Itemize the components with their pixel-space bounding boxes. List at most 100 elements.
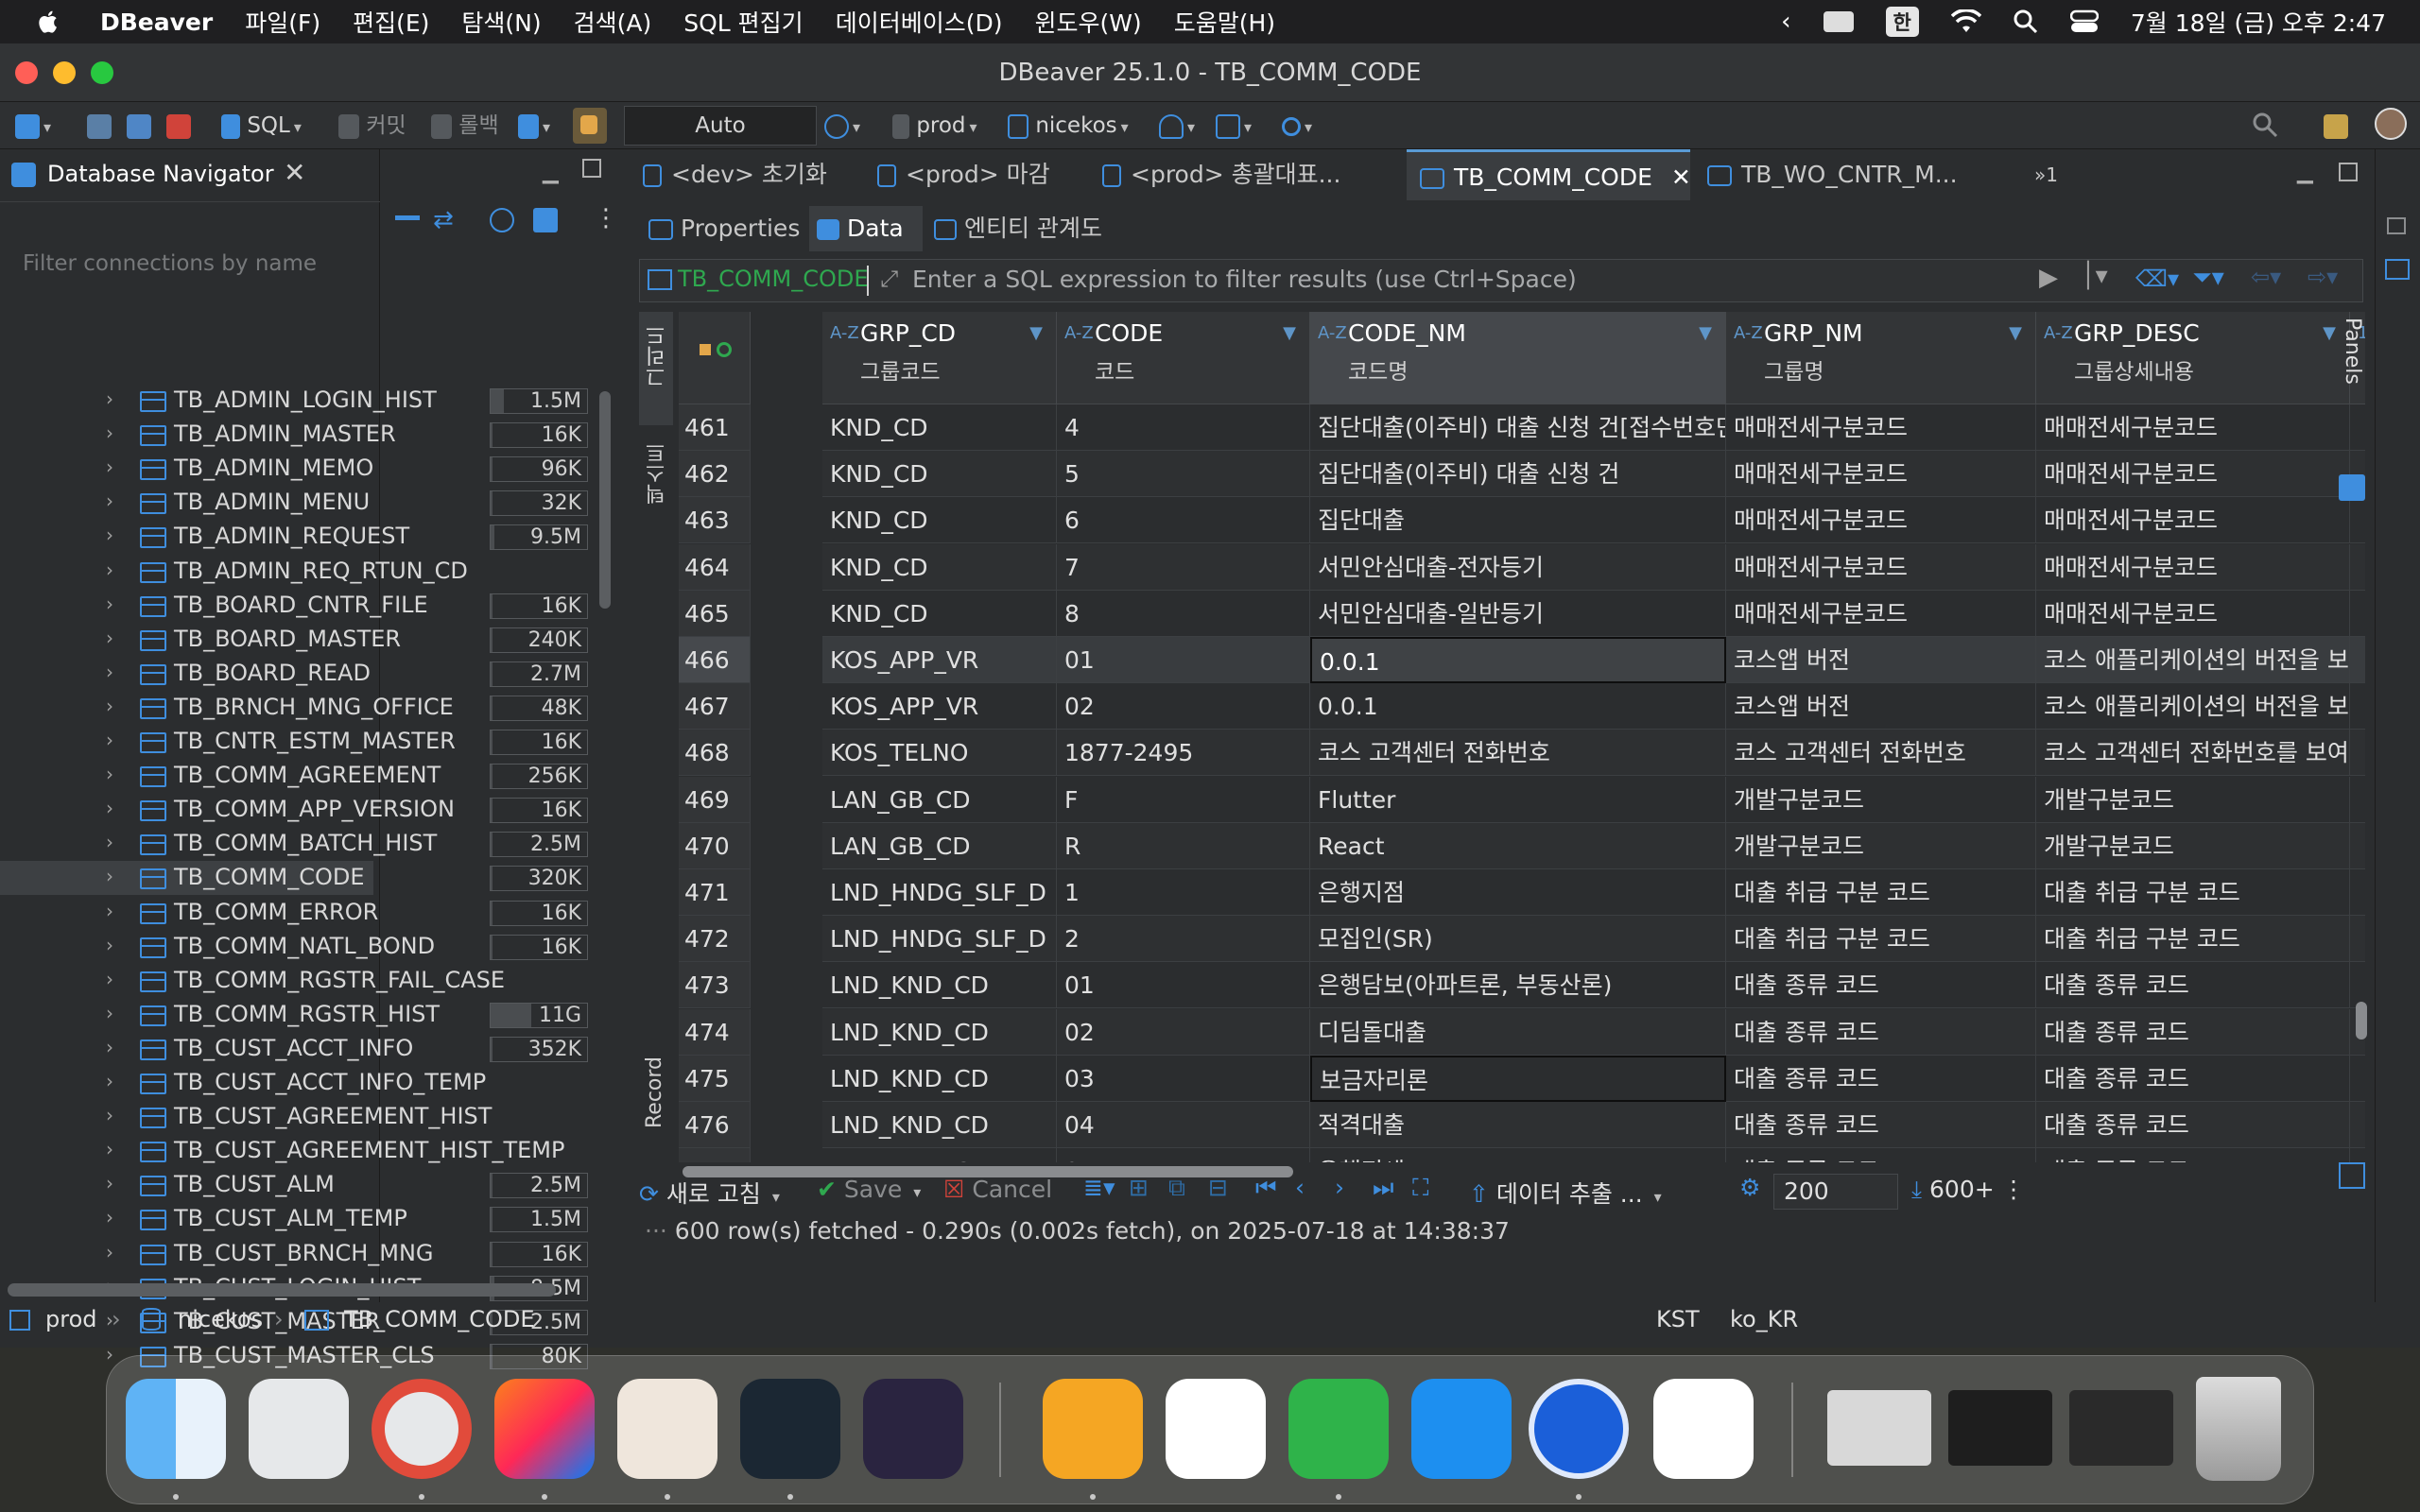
tab-data[interactable]: Data [809,206,923,251]
navigator-table-item[interactable]: › TB_COMM_ERROR 16K [0,896,588,930]
navigator-table-item[interactable]: › TB_COMM_RGSTR_FAIL_CASE [0,964,505,998]
navigator-table-item[interactable]: › TB_CUST_AGREEMENT_HIST_TEMP [0,1134,564,1168]
cell-grp-cd[interactable]: LND_KND_CD [822,1102,1057,1148]
keyboard-icon[interactable] [1823,11,1854,32]
table-row[interactable]: 474 LND_KND_CD 02 디딤돌대출 대출 종류 코드 대출 종류 코드 [679,1008,2365,1056]
menu-edit[interactable]: 편집(E) [353,5,429,39]
row-number[interactable]: 477 [679,1148,751,1162]
cell-code[interactable]: 05 [1057,1148,1310,1162]
expand-chevron-icon[interactable]: › [106,1036,113,1058]
menu-window[interactable]: 윈도우(W) [1034,5,1141,39]
expand-chevron-icon[interactable]: › [106,1002,113,1024]
cell-code-nm[interactable]: 보금자리론 [1310,1055,1726,1102]
expand-chevron-icon[interactable]: › [106,831,113,853]
dock-intellij-icon[interactable] [494,1379,595,1479]
row-number[interactable]: 469 [679,776,751,823]
row-number[interactable]: 464 [679,543,751,591]
table-row[interactable]: 461 KND_CD 4 집단대출(이주비) 대출 신청 건[접수번호만] 매매전세구분… [679,404,2365,451]
row-number[interactable]: 461 [679,404,751,451]
cell-code-nm[interactable]: 집단대출 [1310,497,1726,544]
cell-grp-cd[interactable]: LND_KND_CD [822,1055,1057,1102]
cell-code[interactable]: R [1057,822,1310,869]
expand-filter-icon[interactable]: ⤢ [880,266,898,292]
cell-code[interactable]: 02 [1057,683,1310,730]
control-center-icon[interactable] [2069,9,2099,34]
cell-code[interactable]: 04 [1057,1102,1310,1148]
rollback-button[interactable]: 롤백 [431,112,499,140]
more-tabs-button[interactable]: »1 [2034,149,2058,200]
row-number[interactable]: 476 [679,1102,751,1148]
table-row[interactable]: 468 KOS_TELNO 1877-2495 코스 고객센터 전화번호 코스 고객센터… [679,730,2365,777]
table-row[interactable]: 472 LND_HNDG_SLF_D 2 모집인(SR) 대출 취급 구분 코드 대출 취… [679,916,2365,963]
history-button[interactable]: ▾ [824,112,860,140]
cell-grp-cd[interactable]: KND_CD [822,497,1057,544]
expand-chevron-icon[interactable]: › [106,421,113,444]
row-number[interactable]: 463 [679,497,751,544]
cell-grp-desc[interactable]: 매매전세구분코드 [2036,451,2350,498]
panels-layout-icon[interactable] [2339,1162,2365,1189]
navigator-table-item[interactable]: › TB_CUST_AGREEMENT_HIST [0,1100,492,1134]
navigator-table-item[interactable]: › TB_BOARD_CNTR_FILE 16K [0,589,588,623]
navigator-table-item[interactable]: › TB_COMM_NATL_BOND 16K [0,930,588,964]
row-number[interactable]: 462 [679,451,751,498]
menu-search[interactable]: 검색(A) [574,5,652,39]
cancel-button[interactable]: ☒ Cancel [943,1176,1052,1203]
disconnect-button[interactable] [166,112,191,140]
cell-grp-cd[interactable]: LAN_GB_CD [822,822,1057,869]
table-row[interactable]: 469 LAN_GB_CD F Flutter 개발구분코드 개발구분코드 [679,776,2365,823]
editor-tab-tb-comm-code[interactable]: TB_COMM_CODE ✕ [1407,149,1691,200]
navigator-table-item[interactable]: › TB_ADMIN_MASTER 16K [0,418,588,452]
grid-view-tab[interactable]: 그리드 [639,312,673,425]
dock-chrome-icon[interactable] [372,1379,472,1479]
dock-finder-icon[interactable] [126,1379,226,1479]
cell-code-nm[interactable]: 0.0.1 [1310,637,1726,683]
editor-tab-prod-general[interactable]: <prod> 총괄대표... [1102,149,1386,200]
dock-naver-icon[interactable] [1653,1379,1754,1479]
cell-code-nm[interactable]: 집단대출(이주비) 대출 신청 건 [1310,451,1726,498]
grid-corner-header[interactable] [679,312,751,404]
navigator-horizontal-scrollbar[interactable] [8,1283,556,1297]
cell-code[interactable]: F [1057,776,1310,823]
column-sort-dropdown-icon[interactable]: ▼ [1699,323,1712,343]
minimize-editor-button[interactable]: ▁ [2297,161,2313,184]
cell-grp-nm[interactable]: 대출 취급 구분 코드 [1726,916,2036,963]
navigator-table-item[interactable]: › TB_CUST_ACCT_INFO 352K [0,1032,588,1066]
table-row[interactable]: 473 LND_KND_CD 01 은행담보(아파트론, 부동산론) 대출 종류 코드 대… [679,962,2365,1009]
input-source-indicator[interactable]: 한 [1885,7,1919,37]
navigator-table-item[interactable]: › TB_CUST_ALM_TEMP 1.5M [0,1202,588,1236]
row-number[interactable]: 472 [679,916,751,963]
cell-grp-desc[interactable]: 대출 종류 코드 [2036,1102,2350,1148]
editor-tab-dev-init[interactable]: <dev> 초기화 [643,149,858,200]
expand-chevron-icon[interactable]: › [106,455,113,478]
cell-code[interactable]: 03 [1057,1055,1310,1102]
expand-chevron-icon[interactable]: › [106,729,113,751]
expand-chevron-icon[interactable]: › [106,387,113,410]
row-number[interactable]: 475 [679,1055,751,1102]
cell-code[interactable]: 01 [1057,637,1310,683]
expand-chevron-icon[interactable]: › [106,695,113,717]
expand-chevron-icon[interactable]: › [106,1206,113,1228]
cell-grp-cd[interactable]: KOS_APP_VR [822,637,1057,683]
dock-trash-icon[interactable] [2196,1377,2281,1481]
expand-chevron-icon[interactable]: › [106,661,113,683]
expand-chevron-icon[interactable]: › [106,1241,113,1263]
navigator-table-item[interactable]: › TB_CUST_ALM 2.5M [0,1168,588,1202]
cell-grp-desc[interactable]: 대출 종류 코드 [2036,1148,2350,1162]
link-editor-button[interactable]: ⇄ [433,206,454,234]
first-page-button[interactable]: ⏮ [1255,1174,1277,1202]
add-connection-button[interactable] [533,208,558,232]
cell-code-nm[interactable]: 코스 고객센터 전화번호 [1310,730,1726,777]
cell-code[interactable]: 1877-2495 [1057,730,1310,777]
navigator-table-item[interactable]: › TB_COMM_BATCH_HIST 2.5M [0,827,588,861]
user-avatar[interactable] [2375,108,2407,140]
navigator-table-item[interactable]: › TB_ADMIN_MEMO 96K [0,452,588,486]
dock-window-preview[interactable] [2069,1390,2173,1466]
last-page-button[interactable]: ⏭ [1373,1174,1394,1202]
cell-code-nm[interactable]: 서민안심대출-전자등기 [1310,543,1726,591]
cell-grp-desc[interactable]: 코스 애플리케이션의 버전을 보여준 [2036,683,2350,730]
cell-grp-nm[interactable]: 대출 취급 구분 코드 [1726,869,2036,916]
navigator-table-item[interactable]: › TB_CUST_ACCT_INFO_TEMP [0,1066,486,1100]
cell-grp-nm[interactable]: 개발구분코드 [1726,822,2036,869]
menu-help[interactable]: 도움말(H) [1174,5,1275,39]
row-number[interactable]: 465 [679,590,751,637]
